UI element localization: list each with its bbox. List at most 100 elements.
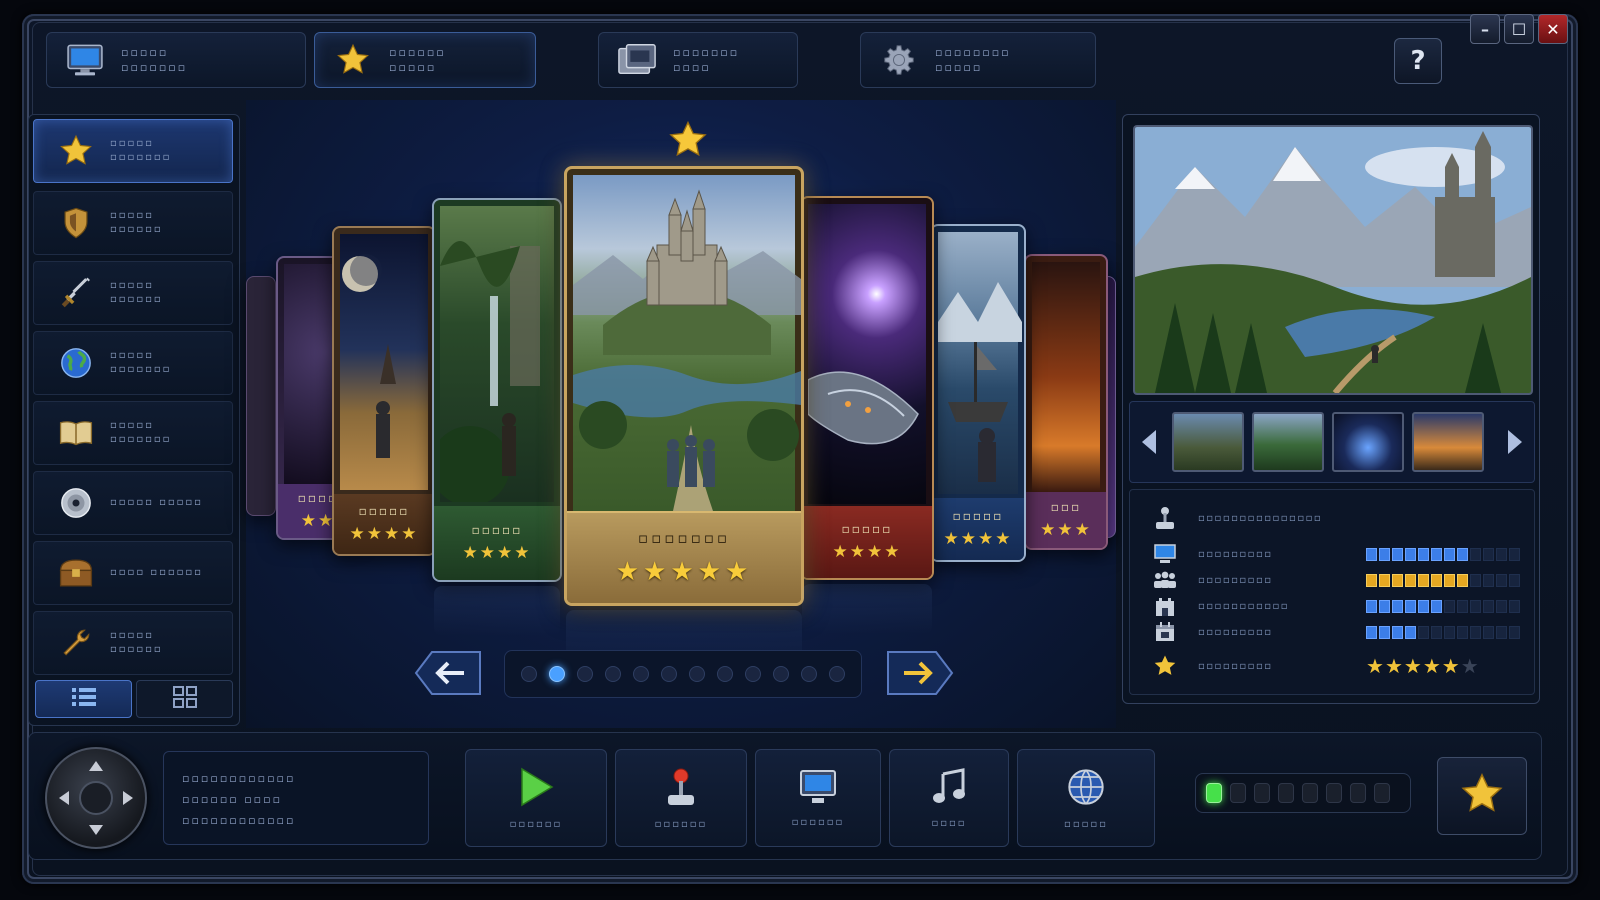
status-led [1374,783,1390,803]
tab-settings[interactable]: ▫▫▫▫▫▫▫▫ ▫▫▫▫▫ [860,32,1096,88]
stat-row: ▫▫▫▫▫▫▫▫▫▫▫ [1150,594,1520,618]
score-star: ★ [1403,654,1423,678]
stat-bar-segment [1405,547,1416,561]
stat-label: ▫▫▫▫▫▫▫▫▫ [1198,574,1273,586]
help-button[interactable]: ? [1394,38,1442,84]
disc-icon [58,485,94,521]
book-icon [58,415,94,451]
online-button[interactable]: ▫▫▫▫▫ [1017,749,1155,847]
dpad-control[interactable] [45,747,147,849]
score-star: ★ [1366,654,1385,678]
sidebar-item-favorites[interactable]: ▫▫▫▫▫ ▫▫▫▫▫▫▫ [33,119,233,183]
game-card[interactable]: ▫▫▫▫▫ ★★★★ [930,224,1026,562]
carousel-page-dot[interactable] [605,666,621,682]
game-carousel: ▫▫▫▫ ★★ ▫▫▫▫▫ ★★★★ ▫▫▫▫▫ ★★★★ ▫▫▫ ★★★ ▫▫… [246,100,1116,728]
sidebar-item-lore[interactable]: ▫▫▫▫▫ ▫▫▫▫▫▫▫ [33,401,233,465]
screenshot-thumbnail[interactable] [1412,412,1484,472]
info-line: ▫▫▫▫▫▫ ▫▫▫▫ [182,793,283,806]
screenshot-thumbnail[interactable] [1172,412,1244,472]
joystick-icon [1150,506,1180,530]
carousel-page-dot[interactable] [549,666,565,682]
stat-bar-segment [1483,547,1494,561]
carousel-page-dot[interactable] [717,666,733,682]
sidebar-item-world[interactable]: ▫▫▫▫▫ ▫▫▫▫▫▫▫ [33,331,233,395]
sidebar-item-defense[interactable]: ▫▫▫▫▫ ▫▫▫▫▫▫ [33,191,233,255]
carousel-page-dot[interactable] [633,666,649,682]
audio-button[interactable]: ▫▫▫▫ [889,749,1009,847]
stat-bar [1366,547,1520,561]
grid-view-button[interactable] [136,680,233,718]
carousel-prev-button[interactable] [414,648,484,698]
game-card[interactable]: ▫▫▫ ★★★ [1024,254,1108,550]
carousel-page-dot[interactable] [577,666,593,682]
thumb-next-button[interactable] [1502,428,1526,456]
tab-library[interactable]: ▫▫▫▫▫▫▫ ▫▫▫▫ [598,32,798,88]
sidebar-item-label: ▫▫▫▫▫ ▫▫▫▫▫▫ [110,280,163,305]
sidebar-item-inventory[interactable]: ▫▫▫▫ ▫▫▫▫▫▫ [33,541,233,605]
sidebar-item-tools[interactable]: ▫▫▫▫▫ ▫▫▫▫▫▫ [33,611,233,675]
carousel-page-dot[interactable] [801,666,817,682]
globe-icon [58,345,94,381]
action-label: ▫▫▫▫▫ [1064,818,1108,830]
carousel-page-dot[interactable] [689,666,705,682]
stat-bar-segment [1444,599,1455,613]
grid-view-icon [172,685,198,713]
action-label: ▫▫▫▫▫▫ [509,818,563,830]
game-card-rating: ★★★★★ [615,557,753,587]
game-card-edge-left[interactable] [246,276,276,516]
thumb-prev-button[interactable] [1138,428,1162,456]
tab-favorites[interactable]: ▫▫▫▫▫▫ ▫▫▫▫▫ [314,32,536,88]
score-star: ★ [1384,654,1404,678]
stat-bar-segment [1470,573,1481,587]
action-label: ▫▫▫▫ [931,817,967,829]
chest-icon [58,555,94,591]
score-star: ★ [1441,654,1461,678]
monitor-icon [1150,542,1180,566]
game-card[interactable]: ▫▫▫▫▫ ★★★★ [800,196,934,580]
game-preview-image[interactable] [1133,125,1533,395]
arrow-right-icon [887,651,954,695]
tab-system[interactable]: ▫▫▫▫▫ ▫▫▫▫▫▫▫ [46,32,306,88]
sidebar-item-combat[interactable]: ▫▫▫▫▫ ▫▫▫▫▫▫ [33,261,233,325]
game-card[interactable]: ▫▫▫▫▫ ★★★★ [432,198,562,582]
wrench-icon [58,625,94,661]
game-stats: ▫▫▫▫▫▫▫▫▫▫▫▫▫▫▫ ▫▫▫▫▫▫▫▫▫ ▫▫▫▫▫▫▫▫▫ ▫▫▫▫… [1129,489,1535,695]
play-icon [518,767,554,811]
score-stars: ★★★★★★ [1366,654,1480,678]
sidebar-item-label: ▫▫▫▫▫ ▫▫▫▫▫▫▫ [110,420,172,445]
carousel-page-dot[interactable] [829,666,845,682]
castle-icon [1150,594,1180,618]
screenshot-thumbnail[interactable] [1252,412,1324,472]
tab-label: ▫▫▫▫▫ ▫▫▫▫▫▫▫ [121,46,188,74]
stat-bar-segment [1405,625,1416,639]
carousel-page-dot[interactable] [745,666,761,682]
globe-icon [1066,767,1106,811]
stat-bar-segment [1418,573,1429,587]
category-sidebar: ▫▫▫▫▫ ▫▫▫▫▫▫▫ ▫▫▫▫▫ ▫▫▫▫▫▫ ▫▫▫▫▫ ▫▫▫▫▫▫ … [28,114,240,726]
folder-icon [617,40,657,80]
featured-game-card[interactable]: ▫▫▫▫▫▫▫ ★★★★★ [564,166,804,606]
dpad-icon [59,761,133,835]
stat-bar-segment [1431,573,1442,587]
play-button[interactable]: ▫▫▫▫▫▫ [465,749,607,847]
favorite-button[interactable] [1437,757,1527,835]
game-card-rating: ★★★★ [943,529,1013,549]
list-view-button[interactable] [35,680,132,718]
music-note-icon [931,767,967,810]
display-button[interactable]: ▫▫▫▫▫▫ [755,749,881,847]
carousel-page-dot[interactable] [521,666,537,682]
game-card[interactable]: ▫▫▫▫▫ ★★★★ [332,226,436,556]
card-reflection [802,584,932,634]
stat-bar-segment [1379,573,1390,587]
stat-bar-segment [1405,599,1416,613]
screenshot-strip [1129,401,1535,483]
sidebar-item-media[interactable]: ▫▫▫▫▫ ▫▫▫▫▫ [33,471,233,535]
score-star: ★ [1460,654,1480,678]
screenshot-thumbnail[interactable] [1332,412,1404,472]
carousel-page-dot[interactable] [661,666,677,682]
carousel-page-dot[interactable] [773,666,789,682]
carousel-next-button[interactable] [884,648,954,698]
game-card-title: ▫▫▫▫▫ [952,509,1004,523]
controls-button[interactable]: ▫▫▫▫▫▫ [615,749,747,847]
stat-bar-segment [1379,625,1390,639]
